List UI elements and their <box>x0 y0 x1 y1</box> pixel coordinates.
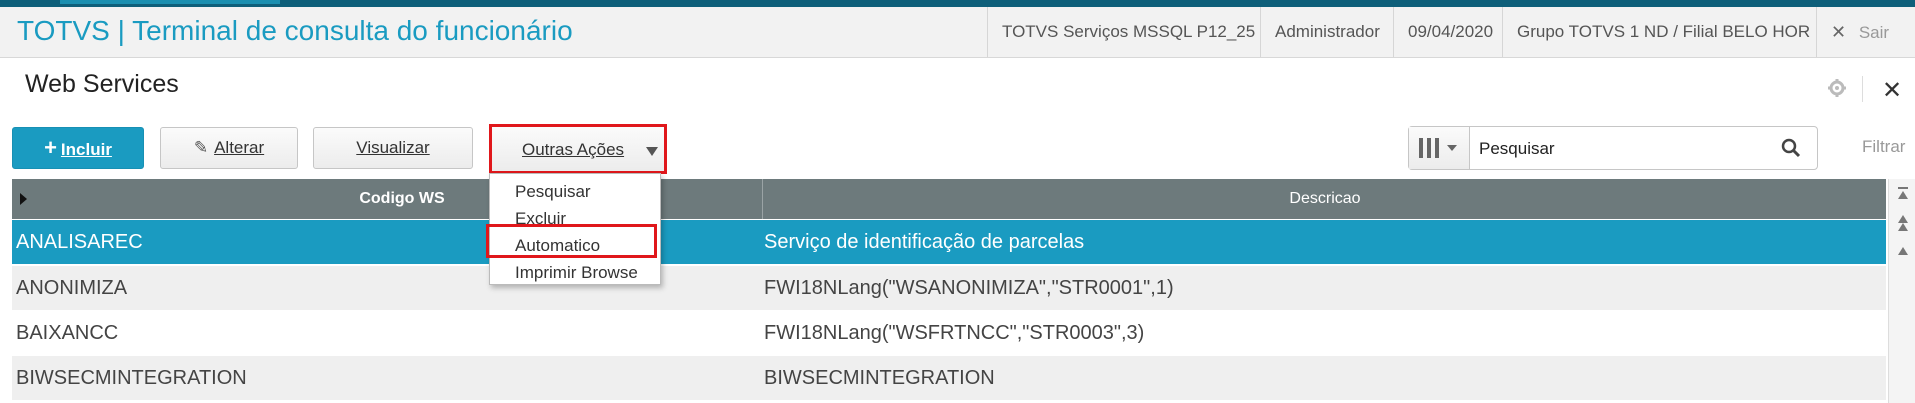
environment-label: TOTVS Serviços MSSQL P12_25 <box>987 7 1269 57</box>
search-icon[interactable] <box>1781 138 1801 158</box>
column-header-codigo[interactable]: Codigo WS <box>32 179 772 219</box>
scroll-top-bar <box>1898 187 1908 189</box>
scroll-page-up-icon-2 <box>1898 223 1908 231</box>
outras-acoes-label: Outras Ações <box>522 140 625 159</box>
column-header-descricao[interactable]: Descricao <box>762 179 1887 219</box>
search-input[interactable] <box>1477 135 1751 163</box>
row-description: FWI18NLang("WSFRTNCC","STR0003",3) <box>764 322 1145 344</box>
expand-icon[interactable] <box>20 193 27 205</box>
search-box <box>1408 126 1818 170</box>
row-code: ANALISAREC <box>16 231 143 253</box>
row-code: BIWSECMINTEGRATION <box>16 367 247 389</box>
app-title: TOTVS | Terminal de consulta do funcioná… <box>17 15 573 46</box>
close-icon: ✕ <box>1831 22 1847 42</box>
table-row[interactable]: BIWSECMINTEGRATION BIWSECMINTEGRATION <box>12 356 1886 400</box>
table-row[interactable]: BAIXANCC FWI18NLang("WSFRTNCC","STR0003"… <box>12 311 1886 355</box>
date-label: 09/04/2020 <box>1393 7 1507 57</box>
row-description: Serviço de identificação de parcelas <box>764 231 1085 253</box>
app-header: TOTVS | Terminal de consulta do funcioná… <box>0 7 1915 58</box>
incluir-label: Incluir <box>60 140 112 159</box>
chevron-down-icon <box>646 147 658 156</box>
outras-acoes-button[interactable]: Outras Ações <box>489 124 667 174</box>
user-label: Administrador <box>1260 7 1394 57</box>
top-strip <box>0 0 1915 7</box>
incluir-button[interactable]: + Incluir <box>12 127 144 169</box>
menu-item-imprimir-browse[interactable]: Imprimir Browse <box>515 263 638 283</box>
scroll-up-icon[interactable] <box>1898 247 1908 255</box>
scroll-page-up-icon[interactable] <box>1898 215 1908 223</box>
columns-icon <box>1419 138 1457 158</box>
row-description: FWI18NLang("WSANONIMIZA","STR0001",1) <box>764 277 1174 299</box>
branch-label: Grupo TOTVS 1 ND / Filial BELO HOR <box>1502 7 1812 57</box>
table-row[interactable]: ANALISAREC Serviço de identificação de p… <box>12 220 1886 264</box>
pencil-icon: ✎ <box>193 138 209 157</box>
scrollbar[interactable] <box>1888 179 1915 403</box>
exit-button[interactable]: ✕ Sair <box>1816 7 1915 57</box>
table-row[interactable]: ANONIMIZA FWI18NLang("WSANONIMIZA","STR0… <box>12 266 1886 310</box>
gear-icon[interactable] <box>1827 78 1847 103</box>
filter-button[interactable]: Filtrar <box>1862 137 1905 157</box>
close-icon[interactable]: ✕ <box>1882 76 1902 105</box>
visualizar-button[interactable]: Visualizar <box>313 127 473 169</box>
alterar-label: Alterar <box>214 138 265 157</box>
exit-label: Sair <box>1858 23 1890 42</box>
divider <box>1862 76 1863 102</box>
top-tab-indicator <box>60 0 280 4</box>
row-code: ANONIMIZA <box>16 277 128 299</box>
scroll-top-icon[interactable] <box>1898 191 1908 199</box>
grid-header: Codigo WS Descricao <box>12 179 1886 219</box>
highlight-box <box>486 224 657 258</box>
columns-button[interactable] <box>1409 127 1470 169</box>
visualizar-label: Visualizar <box>356 138 430 157</box>
plus-icon: + <box>44 135 57 160</box>
menu-item-pesquisar[interactable]: Pesquisar <box>515 182 591 202</box>
row-code: BAIXANCC <box>16 322 119 344</box>
alterar-button[interactable]: ✎ Alterar <box>160 127 298 169</box>
page-title: Web Services <box>25 70 179 98</box>
row-description: BIWSECMINTEGRATION <box>764 367 995 389</box>
